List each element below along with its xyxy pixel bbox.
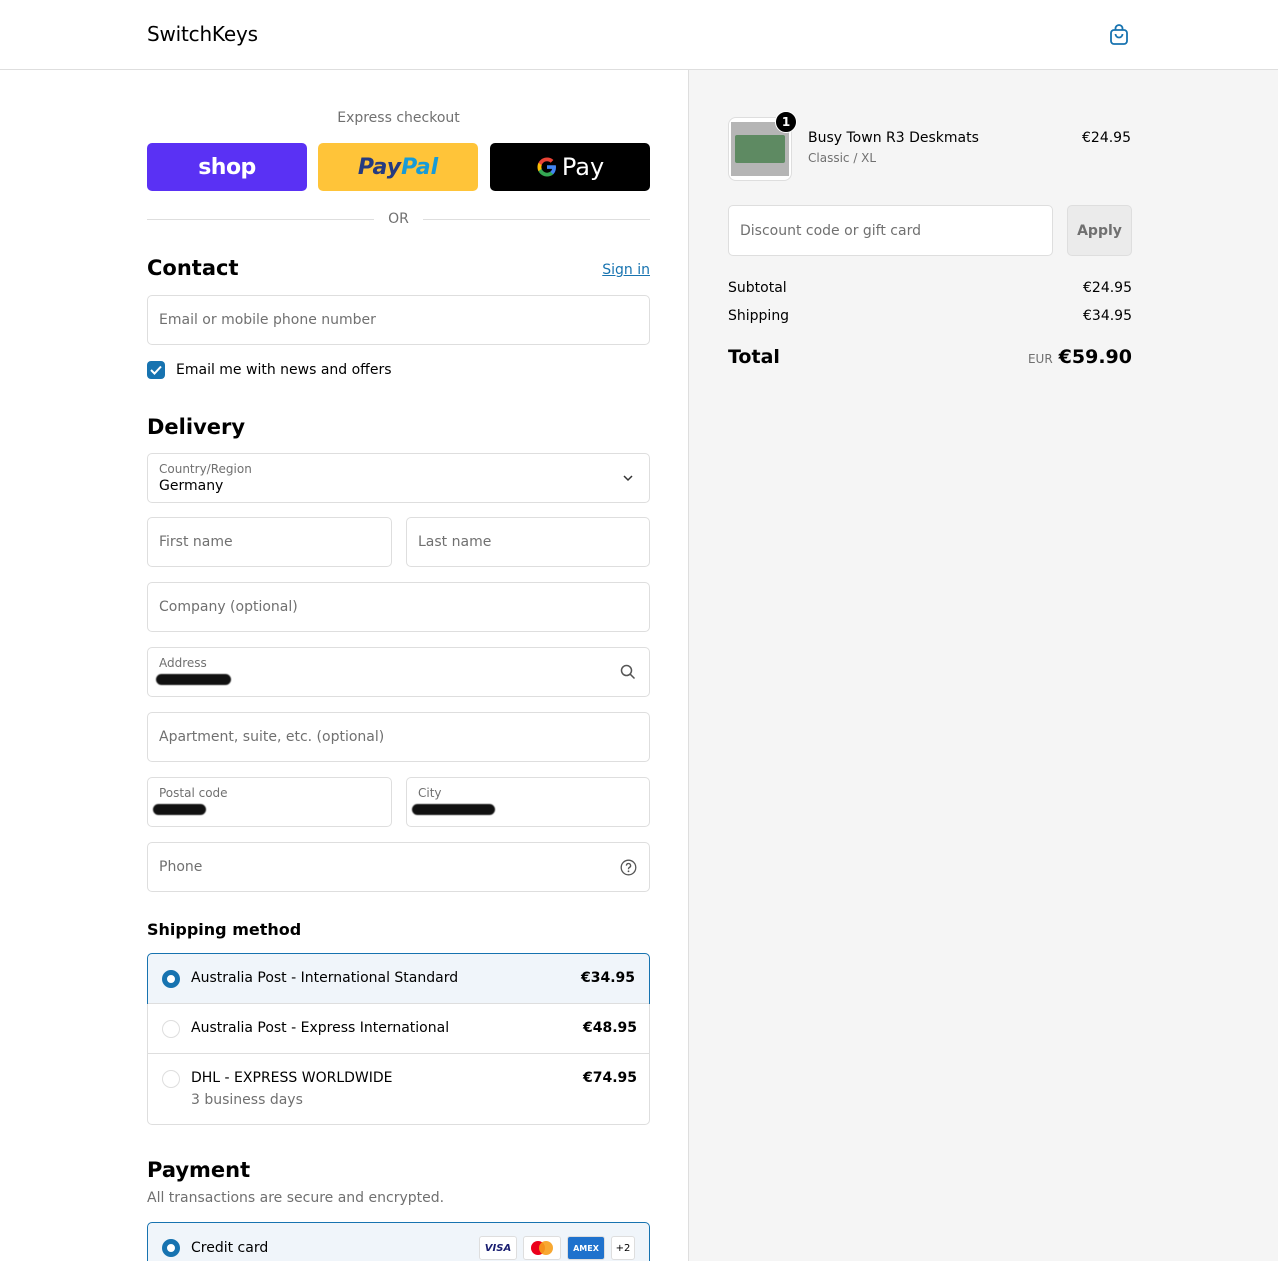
express-checkout-title: Express checkout xyxy=(337,110,460,126)
credit-card-label: Credit card xyxy=(191,1240,269,1256)
total-amount: €59.90 xyxy=(1058,346,1132,368)
subtotal-value: €24.95 xyxy=(1083,280,1132,296)
apply-discount-button[interactable]: Apply xyxy=(1067,205,1132,256)
country-value: Germany xyxy=(159,478,224,494)
redacted-postal-code xyxy=(153,804,206,815)
paypal-logo-part2: Pal xyxy=(401,154,439,180)
paypal-logo-part1: Pay xyxy=(357,154,402,180)
news-checkbox-label: Email me with news and offers xyxy=(176,362,392,378)
quantity-badge: 1 xyxy=(775,111,797,133)
last-name-field[interactable]: Last name xyxy=(406,517,650,567)
total-label: Total xyxy=(728,346,780,368)
shipping-option-dhl[interactable]: DHL - EXPRESS WORLDWIDE 3 business days … xyxy=(148,1054,651,1124)
postal-code-field[interactable]: Postal code xyxy=(147,777,392,827)
more-cards-badge: +2 xyxy=(611,1236,635,1260)
shipping-label: Shipping xyxy=(728,308,790,324)
amex-logo: AMEX xyxy=(567,1236,605,1260)
product-variant: Classic / XL xyxy=(808,151,877,165)
postal-code-label: Postal code xyxy=(159,786,228,800)
google-pay-label: Pay xyxy=(561,153,605,181)
phone-placeholder: Phone xyxy=(159,859,203,875)
help-icon[interactable] xyxy=(619,858,637,876)
redacted-city xyxy=(412,804,495,815)
shipping-radio-express[interactable] xyxy=(162,1020,180,1038)
city-label: City xyxy=(418,786,442,800)
company-field[interactable]: Company (optional) xyxy=(147,582,650,632)
company-placeholder: Company (optional) xyxy=(159,599,298,615)
country-select[interactable]: Country/Region Germany xyxy=(147,453,650,503)
shipping-option-express[interactable]: Australia Post - Express International €… xyxy=(148,1004,651,1053)
first-name-field[interactable]: First name xyxy=(147,517,392,567)
site-header: SwitchKeys xyxy=(0,0,1278,70)
payment-option-credit-card[interactable]: Credit card VISA AMEX +2 xyxy=(147,1222,650,1261)
subtotal-row: Subtotal €24.95 xyxy=(728,280,1132,296)
payment-title: Payment xyxy=(147,1158,251,1182)
cart-button[interactable] xyxy=(1107,22,1131,48)
shop-pay-button[interactable]: shop xyxy=(147,143,307,191)
first-name-placeholder: First name xyxy=(159,534,233,550)
shipping-radio-dhl[interactable] xyxy=(162,1070,180,1088)
total-value-group: EUR €59.90 xyxy=(1028,346,1132,368)
google-g-icon xyxy=(537,157,556,177)
brand-logo[interactable]: SwitchKeys xyxy=(147,22,258,46)
shipping-option-eta: 3 business days xyxy=(191,1092,303,1108)
shipping-option-standard[interactable]: Australia Post - International Standard … xyxy=(147,953,650,1004)
visa-logo: VISA xyxy=(479,1236,517,1260)
checkmark-icon xyxy=(150,365,162,375)
discount-code-input[interactable]: Discount code or gift card xyxy=(728,205,1053,256)
address-field[interactable]: Address xyxy=(147,647,650,697)
news-checkbox[interactable] xyxy=(147,361,165,379)
or-divider: OR xyxy=(147,210,650,228)
shipping-option-name: DHL - EXPRESS WORLDWIDE xyxy=(191,1070,393,1086)
news-checkbox-row: Email me with news and offers xyxy=(147,361,392,379)
sign-in-link[interactable]: Sign in xyxy=(602,262,650,278)
shipping-radio-standard[interactable] xyxy=(162,970,180,988)
shipping-option-price: €74.95 xyxy=(582,1070,637,1086)
shipping-options: Australia Post - International Standard … xyxy=(147,953,650,1125)
apartment-field[interactable]: Apartment, suite, etc. (optional) xyxy=(147,712,650,762)
subtotal-label: Subtotal xyxy=(728,280,787,296)
redacted-address xyxy=(156,674,231,685)
shipping-option-name: Australia Post - Express International xyxy=(191,1020,450,1036)
paypal-button[interactable]: Pay Pal xyxy=(318,143,478,191)
or-label: OR xyxy=(388,211,409,227)
product-thumbnail: 1 xyxy=(728,111,797,181)
shipping-option-price: €48.95 xyxy=(582,1020,637,1036)
search-icon[interactable] xyxy=(619,663,637,681)
product-price: €24.95 xyxy=(1082,130,1131,146)
credit-card-radio[interactable] xyxy=(162,1239,180,1257)
order-summary: 1 Busy Town R3 Deskmats Classic / XL €24… xyxy=(688,70,1278,1261)
total-row: Total EUR €59.90 xyxy=(728,346,1132,368)
discount-placeholder: Discount code or gift card xyxy=(740,223,921,239)
currency-code: EUR xyxy=(1027,352,1053,366)
payment-subtitle: All transactions are secure and encrypte… xyxy=(147,1190,445,1206)
email-placeholder: Email or mobile phone number xyxy=(159,312,376,328)
google-pay-button[interactable]: Pay xyxy=(490,143,650,191)
shipping-method-title: Shipping method xyxy=(147,920,302,939)
mastercard-logo xyxy=(523,1236,561,1260)
shipping-row: Shipping €34.95 xyxy=(728,308,1132,324)
contact-title: Contact xyxy=(147,256,239,280)
product-name: Busy Town R3 Deskmats xyxy=(808,130,979,146)
address-label: Address xyxy=(159,656,207,670)
phone-field[interactable]: Phone xyxy=(147,842,650,892)
shopping-bag-icon xyxy=(1110,24,1128,45)
last-name-placeholder: Last name xyxy=(418,534,492,550)
shipping-option-price: €34.95 xyxy=(580,970,635,986)
shipping-value: €34.95 xyxy=(1083,308,1132,324)
city-field[interactable]: City xyxy=(406,777,650,827)
email-field[interactable]: Email or mobile phone number xyxy=(147,295,650,345)
shipping-option-name: Australia Post - International Standard xyxy=(191,970,459,986)
card-logos: VISA AMEX +2 xyxy=(479,1236,635,1260)
chevron-down-icon xyxy=(619,469,637,487)
country-label: Country/Region xyxy=(159,462,252,476)
apartment-placeholder: Apartment, suite, etc. (optional) xyxy=(159,729,385,745)
delivery-title: Delivery xyxy=(147,415,246,439)
